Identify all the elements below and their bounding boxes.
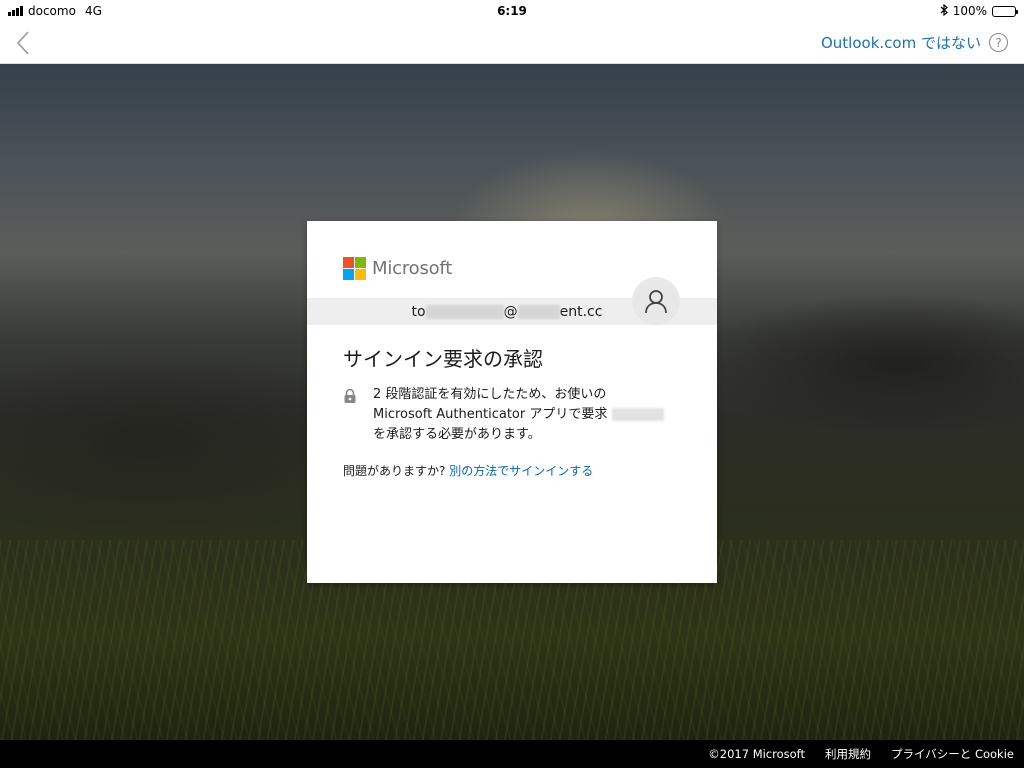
account-email-at: @	[503, 303, 518, 320]
trouble-text: 問題がありますか?	[343, 464, 446, 478]
copyright-text: ©2017 Microsoft	[708, 747, 806, 761]
alternate-signin-link[interactable]: 別の方法でサインインする	[449, 464, 593, 478]
battery-percent: 100%	[952, 4, 987, 18]
account-email-prefix: to	[411, 303, 426, 320]
page-title: サインイン要求の承認	[343, 347, 543, 371]
user-avatar-icon	[632, 277, 680, 325]
chevron-left-icon	[16, 30, 29, 55]
carrier-name: docomo	[28, 4, 76, 18]
microsoft-logo: Microsoft	[343, 257, 452, 280]
not-account-suffix: ではない	[920, 34, 981, 52]
trouble-signing-in: 問題がありますか? 別の方法でサインインする	[343, 462, 593, 479]
approval-message: 2 段階認証を有効にしたため、お使いの Microsoft Authentica…	[343, 385, 683, 445]
microsoft-logo-icon	[343, 257, 366, 280]
message-line: を承認する必要があります。	[373, 427, 541, 442]
account-email-suffix: ent.cc	[559, 303, 603, 320]
redacted-text	[611, 408, 664, 421]
not-this-account-link[interactable]: Outlook.com ではない	[821, 32, 981, 53]
redacted-text	[425, 304, 504, 319]
navigation-bar: Outlook.com ではない ?	[0, 22, 1024, 64]
network-type: 4G	[84, 4, 102, 18]
message-line: Microsoft Authenticator アプリで要求	[373, 407, 608, 422]
help-icon[interactable]: ?	[989, 33, 1008, 52]
back-button[interactable]	[16, 28, 40, 58]
bluetooth-icon	[940, 3, 948, 19]
status-bar: docomo 4G 6:19 100%	[0, 0, 1024, 22]
signin-card: Microsoft to @ ent.cc サインイン要求の承認 2 段階認証を…	[307, 221, 717, 583]
brand-name: Microsoft	[372, 258, 453, 279]
signal-strength-icon	[8, 6, 23, 16]
terms-link[interactable]: 利用規約	[825, 746, 871, 762]
battery-icon	[992, 5, 1018, 17]
account-service-name: Outlook.com	[820, 34, 917, 52]
privacy-cookie-link[interactable]: プライバシーと Cookie	[891, 746, 1014, 762]
redacted-text	[517, 304, 560, 319]
footer: ©2017 Microsoft 利用規約 プライバシーと Cookie	[0, 740, 1024, 768]
message-line: 2 段階認証を有効にしたため、お使いの	[373, 387, 607, 402]
lock-icon	[343, 385, 359, 445]
